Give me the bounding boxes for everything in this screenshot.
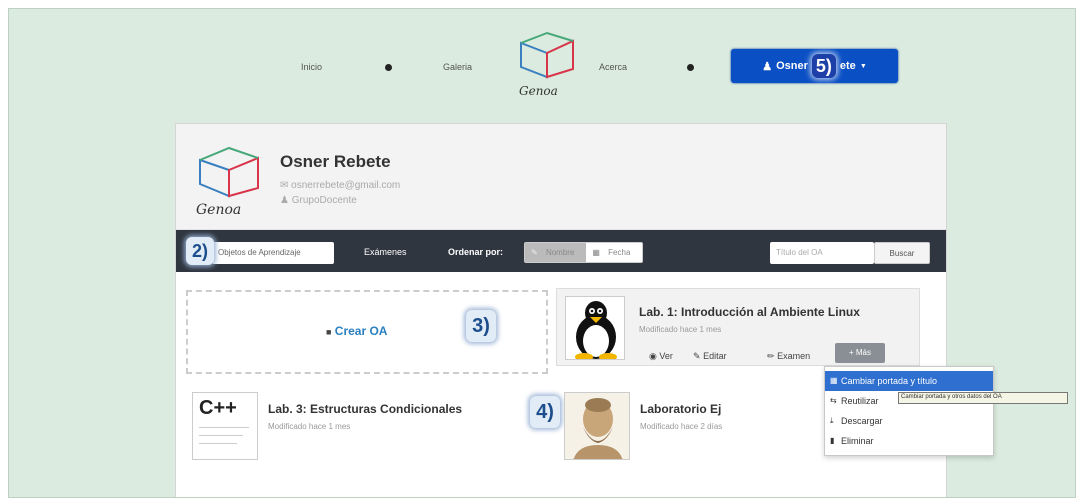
genoa-logo[interactable]: Genoa — [517, 29, 577, 99]
menu-item-eliminar[interactable]: ▮ Eliminar — [825, 431, 993, 451]
step-badge: 3) — [466, 310, 496, 342]
oa-title[interactable]: Lab. 1: Introducción al Ambiente Linux — [639, 305, 860, 319]
order-by-label: Ordenar por: — [448, 247, 504, 257]
nav-link-galeria[interactable]: Galeria — [443, 62, 472, 72]
menu-item-cambiar-portada[interactable]: ▦ Cambiar portada y título — [825, 371, 993, 391]
user-icon: ♟ — [762, 60, 773, 73]
pencil-icon: ✏ — [767, 351, 775, 361]
tux-thumbnail — [565, 296, 625, 360]
svg-text:Genoa: Genoa — [519, 84, 558, 98]
profile-group: ♟ GrupoDocente — [280, 195, 357, 206]
svg-text:Genoa: Genoa — [196, 202, 241, 218]
order-toggle-group: ✎ Nombre ▦ Fecha — [524, 242, 644, 263]
toolbar: Objetos de Aprendizaje 2) Exámenes Orden… — [176, 230, 946, 272]
nav-link-acerca[interactable]: Acerca — [599, 62, 627, 72]
download-icon: ⤓ — [830, 416, 834, 425]
user-menu-label-tail: ete — [839, 60, 856, 72]
more-button[interactable]: + Más — [835, 343, 885, 363]
view-button[interactable]: ◉ Ver — [649, 351, 673, 362]
profile-header: Genoa Osner Rebete ✉ osnerrebete@gmail.c… — [176, 124, 946, 230]
file-icon: ■ — [326, 327, 332, 337]
eye-icon: ◉ — [649, 351, 657, 361]
genoa-logo-mark: Genoa — [196, 146, 259, 218]
exam-button[interactable]: ✏ Examen — [767, 351, 810, 362]
oa-title[interactable]: Lab. 3: Estructuras Condicionales — [268, 402, 462, 416]
genoa-logo-mark: Genoa — [519, 31, 574, 98]
cpp-logo-text: C++ — [199, 397, 237, 419]
user-menu-button[interactable]: ♟ Osner 5) ete ▼ — [731, 49, 898, 83]
image-icon: ▦ — [830, 376, 838, 385]
oa-card-linux[interactable]: Lab. 1: Introducción al Ambiente Linux M… — [556, 288, 920, 366]
nav-link-inicio[interactable]: Inicio — [301, 62, 322, 72]
reuse-icon: ⇆ — [830, 396, 837, 405]
step-badge: 2) — [186, 237, 214, 265]
plus-icon: + — [848, 348, 854, 357]
create-oa-link[interactable]: ■ Crear OA — [326, 324, 387, 338]
tux-image — [575, 301, 617, 359]
profile-email: ✉ osnerrebete@gmail.com — [280, 180, 400, 191]
step-badge: 4) — [530, 396, 560, 428]
edit-icon: ✎ — [693, 351, 701, 361]
cpp-thumbnail: C++ — [192, 392, 258, 460]
oa-modified: Modificado hace 1 mes — [639, 325, 722, 334]
menu-item-descargar[interactable]: ⤓ Descargar — [825, 411, 993, 431]
profile-name: Osner Rebete — [280, 152, 391, 171]
oa-modified: Modificado hace 2 días — [640, 422, 723, 431]
profile-logo: Genoa — [194, 142, 264, 220]
caret-down-icon: ▼ — [859, 62, 867, 70]
oa-modified: Modificado hace 1 mes — [268, 422, 351, 431]
thumbnail-line — [199, 435, 243, 436]
nav-separator-dot — [385, 64, 392, 71]
more-options-menu: ▦ Cambiar portada y título ⇆ Reutilizar … — [824, 366, 994, 456]
oa-title[interactable]: Laboratorio Ej — [640, 402, 721, 416]
profile-group-text: GrupoDocente — [291, 195, 357, 206]
step-badge: 5) — [811, 54, 836, 78]
thumbnail-line — [199, 443, 237, 444]
user-menu-label: Osner — [776, 60, 808, 72]
profile-email-text: osnerrebete@gmail.com — [291, 180, 401, 191]
envelope-icon: ✉ — [280, 180, 289, 191]
edit-button[interactable]: ✎ Editar — [693, 351, 727, 362]
order-by-date-button[interactable]: ▦ Fecha — [586, 243, 642, 262]
search-input[interactable]: Título del OA — [770, 242, 874, 264]
tab-objetos-aprendizaje[interactable]: Objetos de Aprendizaje — [212, 242, 334, 264]
philosopher-bust-image — [565, 393, 629, 459]
nav-separator-dot — [687, 64, 694, 71]
user-icon: ♟ — [280, 195, 289, 206]
bust-thumbnail — [564, 392, 630, 460]
tab-examenes[interactable]: Exámenes — [364, 247, 407, 257]
trash-icon: ▮ — [830, 436, 835, 445]
tooltip: Cambiar portada y otros datos del OA — [898, 392, 1068, 404]
order-by-name-button[interactable]: ✎ Nombre — [525, 243, 587, 262]
search-button[interactable]: Buscar — [874, 242, 930, 264]
thumbnail-line — [199, 427, 249, 428]
